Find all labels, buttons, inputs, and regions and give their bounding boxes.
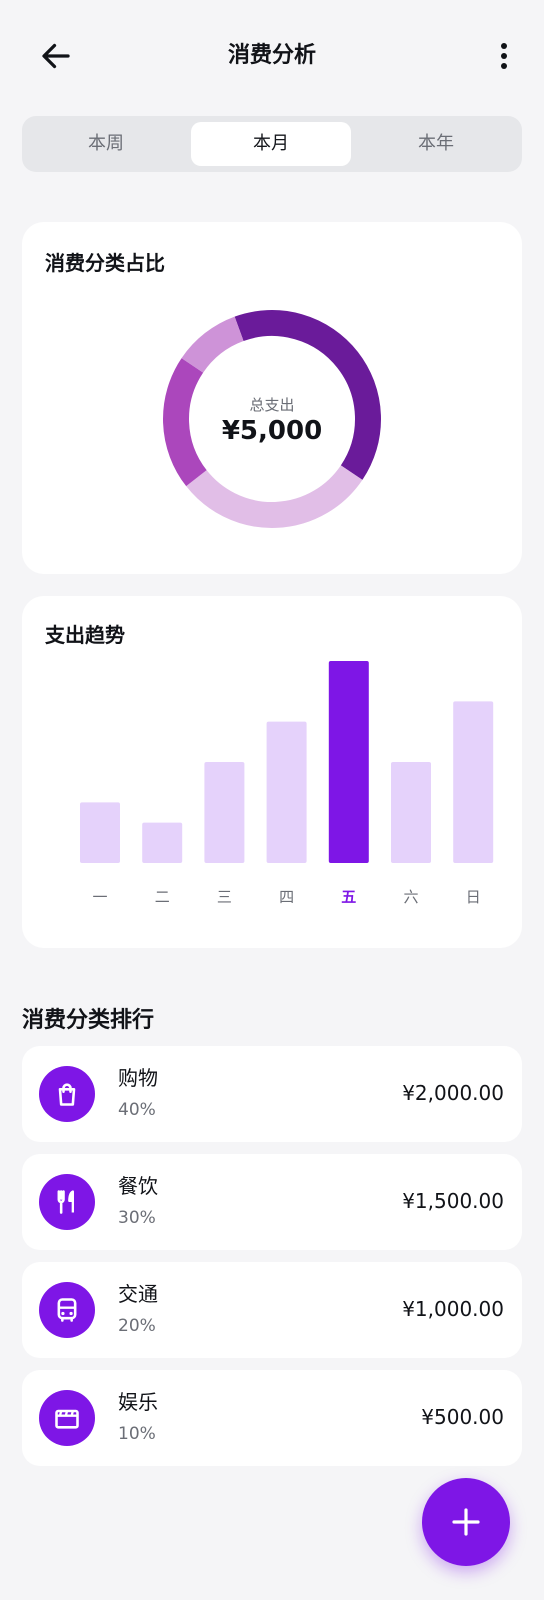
category-percent: 20% — [118, 1316, 156, 1336]
page-title: 消费分析 — [227, 43, 316, 68]
plus-icon — [452, 1508, 480, 1536]
category-amount: ¥1,000.00 — [402, 1297, 504, 1321]
ranking-row-shopping[interactable]: 购物 40% ¥2,000.00 — [22, 1046, 522, 1142]
category-share-card: 消费分类占比 总支出 ¥5,000 — [22, 222, 522, 574]
bus-icon — [57, 1298, 77, 1322]
total-spend-value: ¥5,000 — [221, 416, 323, 446]
bar-1 — [142, 822, 183, 863]
bar-5 — [391, 762, 431, 863]
donut-slice — [181, 316, 244, 374]
category-icon-badge — [39, 1390, 95, 1446]
category-name: 购物 — [118, 1066, 158, 1090]
more-vertical-icon — [501, 43, 507, 69]
x-tick-label: 日 — [466, 888, 481, 906]
tab-week[interactable]: 本周 — [26, 122, 186, 166]
bar-2 — [204, 762, 245, 863]
category-name: 交通 — [118, 1282, 158, 1306]
category-name: 餐饮 — [118, 1174, 158, 1198]
shopping-bag-icon — [58, 1083, 76, 1106]
ranking-title: 消费分类排行 — [22, 1008, 155, 1033]
tab-year[interactable]: 本年 — [356, 122, 516, 166]
category-icon-badge — [39, 1066, 95, 1122]
donut-slice — [186, 465, 363, 528]
category-name: 娱乐 — [118, 1390, 158, 1414]
x-tick-label: 四 — [279, 888, 294, 906]
total-spend-label: 总支出 — [249, 396, 295, 414]
period-segmented-control: 本周 本月 本年 — [22, 116, 522, 172]
movie-icon — [55, 1409, 79, 1429]
category-amount: ¥2,000.00 — [402, 1081, 504, 1105]
bar-3 — [266, 721, 307, 863]
spend-trend-card: 支出趋势 一二三四五六日 — [22, 596, 522, 948]
add-record-button[interactable] — [422, 1478, 510, 1566]
ranking-row-entertainment[interactable]: 娱乐 10% ¥500.00 — [22, 1370, 522, 1466]
category-amount: ¥500.00 — [421, 1405, 504, 1429]
x-tick-label: 五 — [341, 888, 356, 906]
x-tick-label: 一 — [92, 888, 107, 906]
restaurant-icon — [57, 1190, 75, 1214]
category-amount: ¥1,500.00 — [402, 1189, 504, 1213]
x-tick-label: 三 — [217, 888, 232, 906]
category-percent: 30% — [118, 1208, 156, 1228]
more-menu-button[interactable] — [490, 38, 518, 74]
app-bar: 消费分析 — [0, 0, 544, 112]
bar-chart: 一二三四五六日 — [80, 661, 494, 906]
tab-month[interactable]: 本月 — [191, 122, 351, 166]
category-icon-badge — [39, 1282, 95, 1338]
category-icon-badge — [39, 1174, 95, 1230]
bar-0 — [80, 802, 120, 863]
category-percent: 40% — [118, 1100, 156, 1120]
ranking-row-transport[interactable]: 交通 20% ¥1,000.00 — [22, 1262, 522, 1358]
x-tick-label: 二 — [155, 888, 170, 906]
bar-4 — [328, 661, 369, 863]
category-percent: 10% — [118, 1424, 156, 1444]
bar-6 — [453, 701, 494, 863]
ranking-row-dining[interactable]: 餐饮 30% ¥1,500.00 — [22, 1154, 522, 1250]
x-tick-label: 六 — [403, 888, 418, 906]
